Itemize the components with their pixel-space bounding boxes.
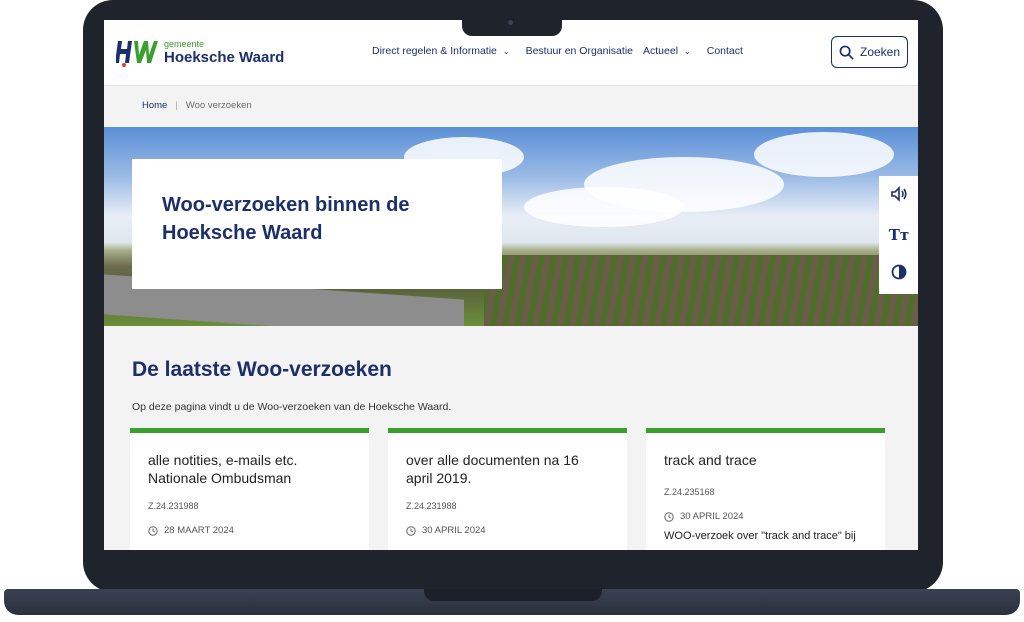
woo-card[interactable]: track and trace Z.24.235168 30 APRIL 202…	[646, 428, 885, 550]
card-date: 30 APRIL 2024	[680, 511, 744, 522]
card-date: 28 MAART 2024	[164, 525, 234, 537]
section-title: De laatste Woo-verzoeken	[132, 358, 392, 381]
hero-title-line: Hoeksche Waard	[162, 222, 323, 244]
hero-orchard	[484, 255, 918, 326]
accessibility-toolbar: Tт	[879, 176, 918, 294]
card-id: Z.24.231988	[406, 501, 457, 512]
nav-label: Actueel	[643, 45, 679, 57]
search-label: Zoeken	[859, 45, 901, 59]
logo-big-text: Hoeksche Waard	[164, 48, 285, 66]
hero-banner: Woo-verzoeken binnen de Hoeksche Waard	[104, 127, 918, 326]
hero-card: Woo-verzoeken binnen de Hoeksche Waard	[132, 159, 502, 289]
hero-cloud	[754, 132, 894, 177]
speaker-icon[interactable]	[890, 186, 908, 206]
nav-label: Bestuur en Organisatie	[525, 45, 633, 57]
clock-icon	[664, 511, 674, 522]
logo-mark-icon	[115, 37, 158, 67]
nav-item-direct-regelen[interactable]: Direct regelen & Informatie ⌄	[372, 45, 516, 57]
main-nav: Direct regelen & Informatie ⌄ Bestuur en …	[372, 45, 743, 57]
card-date-row: 30 APRIL 2024	[406, 525, 609, 536]
card-id: Z.24.231988	[148, 501, 199, 512]
card-title[interactable]: over alle documenten na 16 april 2019.	[406, 451, 609, 487]
contrast-icon[interactable]	[891, 264, 907, 284]
card-title[interactable]: track and trace	[664, 451, 867, 473]
hero-title: Woo-verzoeken binnen de Hoeksche Waard	[162, 191, 472, 247]
breadcrumb-separator: |	[175, 100, 178, 111]
logo-small-text: gemeente	[164, 38, 205, 49]
woo-card-list: alle notities, e-mails etc. Nationale Om…	[130, 428, 885, 550]
card-id: Z.24.235168	[664, 487, 715, 497]
nav-item-contact[interactable]: Contact	[707, 45, 743, 57]
nav-item-actueel[interactable]: Actueel ⌄	[643, 45, 697, 57]
breadcrumb: Home | Woo verzoeken	[142, 100, 252, 111]
breadcrumb-current: Woo verzoeken	[185, 100, 252, 111]
text-size-icon[interactable]: Tт	[889, 226, 909, 244]
card-date-row: 28 MAART 2024	[148, 525, 351, 536]
nav-item-bestuur[interactable]: Bestuur en Organisatie	[526, 45, 633, 57]
hero-cloud	[524, 187, 684, 227]
section-intro: Op deze pagina vindt u de Woo-verzoeken …	[132, 401, 452, 413]
search-icon	[839, 45, 854, 60]
woo-card[interactable]: over alle documenten na 16 april 2019. Z…	[388, 428, 627, 550]
search-button[interactable]: Zoeken	[831, 36, 908, 68]
card-date-row: 30 APRIL 2024	[664, 511, 867, 522]
woo-card[interactable]: alle notities, e-mails etc. Nationale Om…	[130, 428, 369, 550]
card-title[interactable]: alle notities, e-mails etc. Nationale Om…	[148, 451, 351, 487]
clock-icon	[406, 526, 416, 536]
nav-label: Direct regelen & Informatie	[372, 45, 497, 57]
browser-screen: gemeente Hoeksche Waard Direct regelen &…	[104, 20, 918, 550]
breadcrumb-home[interactable]: Home	[142, 100, 167, 111]
hero-title-line: Woo-verzoeken binnen de	[162, 194, 410, 216]
chevron-down-icon: ⌄	[502, 47, 510, 56]
laptop-notch	[424, 589, 602, 601]
nav-label: Contact	[706, 45, 743, 57]
logo[interactable]: gemeente Hoeksche Waard	[115, 37, 285, 67]
chevron-down-icon: ⌄	[684, 47, 691, 56]
card-description: WOO-verzoek over "track and trace" bij	[664, 530, 856, 542]
clock-icon	[148, 526, 158, 536]
webcam-icon	[508, 20, 513, 25]
card-date: 30 APRIL 2024	[422, 525, 486, 537]
